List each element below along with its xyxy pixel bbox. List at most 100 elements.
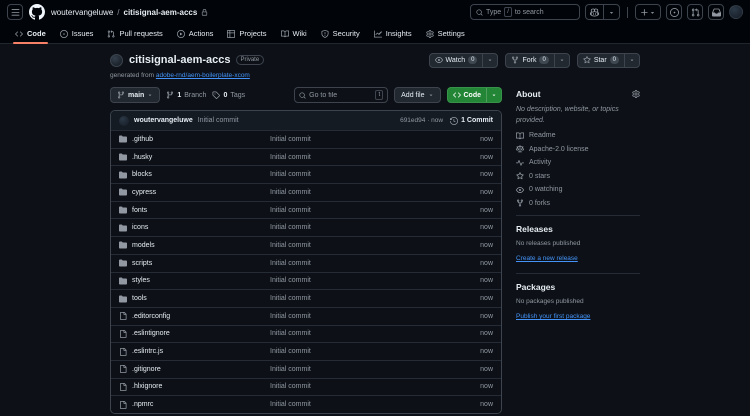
about-list-item[interactable]: Apache-2.0 license bbox=[516, 145, 640, 153]
repo-action-main[interactable]: Fork 0 bbox=[506, 54, 553, 67]
repo-action-label: Star bbox=[593, 56, 607, 64]
file-commit-message-link[interactable]: Initial commit bbox=[270, 366, 480, 373]
file-name-link[interactable]: models bbox=[132, 242, 270, 249]
search-icon bbox=[299, 92, 306, 99]
file-commit-message-link[interactable]: Initial commit bbox=[270, 260, 480, 267]
create-release-link[interactable]: Create a new release bbox=[516, 255, 578, 262]
file-type-icon bbox=[119, 295, 132, 303]
search-slash-key: / bbox=[504, 7, 512, 17]
file-name-link[interactable]: scripts bbox=[132, 260, 270, 267]
about-list-item[interactable]: 0 watching bbox=[516, 186, 640, 194]
file-commit-time: now bbox=[480, 224, 493, 232]
file-name-link[interactable]: .editorconfig bbox=[132, 313, 270, 320]
file-name-link[interactable]: .eslintrc.js bbox=[132, 348, 270, 355]
repo-title[interactable]: citisignal-aem-accs bbox=[129, 54, 231, 66]
file-commit-message-link[interactable]: Initial commit bbox=[270, 383, 480, 390]
commit-message-link[interactable]: Initial commit bbox=[198, 117, 239, 124]
file-type-icon bbox=[119, 348, 132, 356]
go-to-file-search[interactable]: t bbox=[294, 87, 389, 103]
file-name-link[interactable]: .eslintignore bbox=[132, 330, 270, 337]
copilot-chat-button[interactable] bbox=[586, 5, 603, 19]
about-list-item[interactable]: Activity bbox=[516, 159, 640, 167]
repo-tab[interactable]: Code bbox=[8, 24, 53, 44]
copilot-dropdown-button[interactable] bbox=[603, 5, 619, 19]
create-new-button[interactable] bbox=[635, 4, 661, 20]
about-list-item[interactable]: Readme bbox=[516, 132, 640, 140]
file-commit-message-link[interactable]: Initial commit bbox=[270, 330, 480, 337]
repo-owner-avatar[interactable] bbox=[110, 53, 123, 67]
commit-sha-link[interactable]: 691ed94 · now bbox=[400, 117, 443, 124]
file-commit-message-link[interactable]: Initial commit bbox=[270, 313, 480, 320]
file-commit-time: now bbox=[480, 330, 493, 338]
user-avatar[interactable] bbox=[729, 5, 743, 19]
file-name-link[interactable]: cypress bbox=[132, 189, 270, 196]
repo-tab[interactable]: Insights bbox=[367, 24, 419, 43]
global-search-button[interactable]: Type / to search bbox=[470, 4, 580, 20]
breadcrumb-repo-link[interactable]: citisignal-aem-accs bbox=[124, 8, 198, 17]
file-name-link[interactable]: .npmrc bbox=[132, 401, 270, 408]
pull-requests-button[interactable] bbox=[687, 4, 703, 20]
file-name-link[interactable]: .gitignore bbox=[132, 366, 270, 373]
add-file-button[interactable]: Add file bbox=[394, 87, 441, 103]
repo-action-dropdown[interactable] bbox=[553, 53, 569, 67]
file-name-link[interactable]: .hlxignore bbox=[132, 383, 270, 390]
file-name-link[interactable]: icons bbox=[132, 224, 270, 231]
file-commit-message-link[interactable]: Initial commit bbox=[270, 154, 480, 161]
tags-link[interactable]: 0 Tags bbox=[212, 91, 245, 99]
tab-label: Pull requests bbox=[119, 29, 163, 38]
tag-count: 0 bbox=[223, 91, 228, 99]
file-row: tools Initial commit now bbox=[111, 289, 501, 307]
tab-label: Actions bbox=[188, 29, 214, 38]
repo-action-dropdown[interactable] bbox=[482, 53, 497, 67]
notifications-button[interactable] bbox=[708, 4, 724, 20]
file-name-link[interactable]: tools bbox=[132, 295, 270, 302]
breadcrumb-separator: / bbox=[117, 7, 120, 17]
global-nav-menu-button[interactable] bbox=[7, 4, 23, 20]
commit-author-avatar[interactable] bbox=[119, 115, 129, 126]
repo-action-icon bbox=[511, 56, 519, 64]
file-commit-message-link[interactable]: Initial commit bbox=[270, 189, 480, 196]
file-name-link[interactable]: .github bbox=[132, 136, 270, 143]
file-commit-message-link[interactable]: Initial commit bbox=[270, 401, 480, 408]
repo-action-main[interactable]: Star 0 bbox=[578, 54, 624, 67]
edit-about-gear-icon[interactable] bbox=[632, 90, 640, 98]
repo-tab[interactable]: Wiki bbox=[274, 24, 314, 43]
file-name-link[interactable]: .husky bbox=[132, 154, 270, 161]
file-commit-message-link[interactable]: Initial commit bbox=[270, 171, 480, 178]
create-new-segment[interactable] bbox=[636, 5, 660, 19]
about-list-item[interactable]: 0 stars bbox=[516, 172, 640, 180]
repo-tab[interactable]: Pull requests bbox=[100, 24, 169, 43]
file-commit-message-link[interactable]: Initial commit bbox=[270, 295, 480, 302]
file-name-link[interactable]: fonts bbox=[132, 207, 270, 214]
file-commit-message-link[interactable]: Initial commit bbox=[270, 242, 480, 249]
github-logo[interactable] bbox=[29, 4, 45, 20]
packages-section: Packages No packages published Publish y… bbox=[516, 273, 640, 331]
repo-action-main[interactable]: Watch 0 bbox=[430, 54, 483, 67]
repo-tab[interactable]: Issues bbox=[53, 24, 101, 43]
file-commit-message-link[interactable]: Initial commit bbox=[270, 224, 480, 231]
file-commit-message-link[interactable]: Initial commit bbox=[270, 207, 480, 214]
repo-tab[interactable]: Actions bbox=[170, 24, 221, 43]
code-dropdown[interactable] bbox=[486, 88, 501, 102]
file-commit-message-link[interactable]: Initial commit bbox=[270, 348, 480, 355]
breadcrumb-owner-link[interactable]: woutervangeluwe bbox=[51, 8, 113, 17]
repo-tab[interactable]: Projects bbox=[220, 24, 273, 43]
commit-author-link[interactable]: woutervangeluwe bbox=[134, 117, 193, 124]
issues-button[interactable] bbox=[666, 4, 682, 20]
file-type-icon bbox=[119, 241, 132, 249]
file-name-link[interactable]: styles bbox=[132, 277, 270, 284]
code-button[interactable]: Code bbox=[446, 87, 502, 103]
commit-history-link[interactable]: 1 Commit bbox=[450, 117, 493, 125]
go-to-file-input[interactable] bbox=[309, 91, 373, 99]
generated-from-link[interactable]: adobe-rnd/aem-boilerplate-xcom bbox=[156, 72, 250, 79]
repo-tab[interactable]: Settings bbox=[419, 24, 472, 43]
about-list-item[interactable]: 0 forks bbox=[516, 199, 640, 207]
repo-tab[interactable]: Security bbox=[314, 24, 367, 43]
file-commit-message-link[interactable]: Initial commit bbox=[270, 277, 480, 284]
branches-link[interactable]: 1 Branch bbox=[166, 91, 206, 99]
publish-package-link[interactable]: Publish your first package bbox=[516, 313, 590, 320]
file-name-link[interactable]: blocks bbox=[132, 171, 270, 178]
file-commit-message-link[interactable]: Initial commit bbox=[270, 136, 480, 143]
repo-action-dropdown[interactable] bbox=[624, 53, 639, 67]
branch-picker-button[interactable]: main bbox=[110, 87, 161, 103]
